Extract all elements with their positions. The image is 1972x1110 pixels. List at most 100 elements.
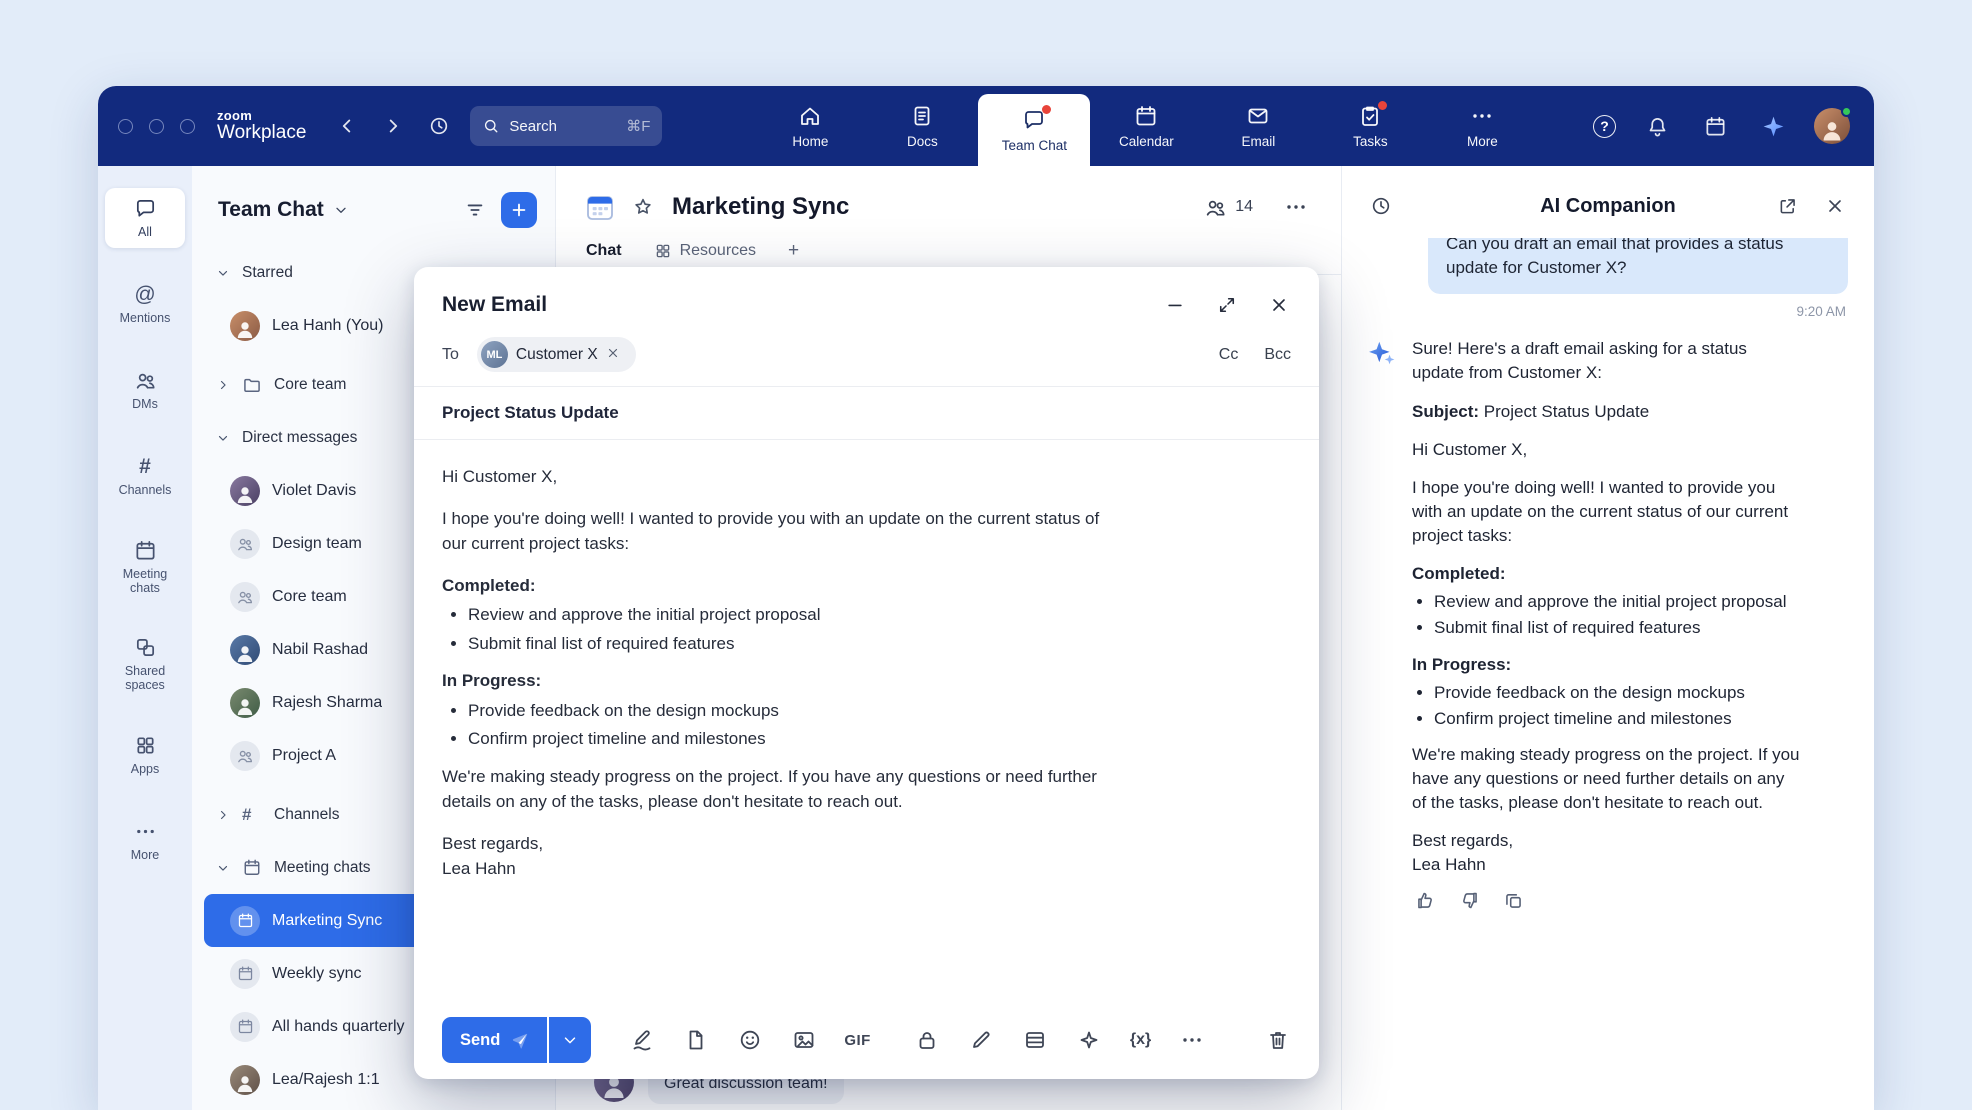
- star-button[interactable]: [628, 192, 658, 222]
- toolbar-more-button[interactable]: [1178, 1027, 1205, 1054]
- edit-button[interactable]: [968, 1027, 995, 1054]
- meeting-avatar: [230, 1012, 260, 1042]
- presence-indicator: [1841, 106, 1852, 117]
- resources-icon: [654, 242, 672, 260]
- back-button[interactable]: [330, 109, 364, 143]
- docs-icon: [910, 104, 934, 128]
- calendar-icon: [237, 912, 254, 929]
- remove-recipient-button[interactable]: [606, 346, 624, 364]
- variables-button[interactable]: {x}: [1130, 1027, 1151, 1054]
- image-icon: [792, 1028, 816, 1052]
- minimize-button[interactable]: [1163, 293, 1187, 317]
- meeting-calendar-icon: [584, 191, 616, 223]
- insert-image-button[interactable]: [790, 1027, 817, 1054]
- zoom-workplace-window: zoom Workplace Search ⌘F Home Docs Tea: [98, 86, 1874, 1110]
- gif-button[interactable]: GIF: [844, 1027, 871, 1054]
- nav-email[interactable]: Email: [1202, 86, 1314, 166]
- topbar-right: ?: [1593, 108, 1850, 144]
- send-button[interactable]: Send: [442, 1017, 547, 1063]
- at-icon: @: [134, 283, 155, 306]
- nav-team-chat[interactable]: Team Chat: [978, 94, 1090, 166]
- shared-spaces-icon: [134, 636, 157, 659]
- rail-item-more[interactable]: More: [105, 812, 185, 872]
- history-button[interactable]: [422, 109, 456, 143]
- rail-item-apps[interactable]: Apps: [105, 726, 185, 786]
- window-minimize-control[interactable]: [149, 119, 164, 134]
- emoji-icon: [738, 1028, 762, 1052]
- window-close-control[interactable]: [118, 119, 133, 134]
- bcc-button[interactable]: Bcc: [1264, 346, 1291, 364]
- avatar: [230, 635, 260, 665]
- ai-compose-button[interactable]: [1076, 1027, 1103, 1054]
- ai-panel-header: AI Companion: [1342, 174, 1874, 238]
- thumbs-up-button[interactable]: [1412, 888, 1438, 914]
- rail-item-dms[interactable]: DMs: [105, 360, 185, 420]
- logo-workplace-text: Workplace: [217, 123, 306, 143]
- ai-in-progress-list: Provide feedback on the design mockups C…: [1412, 681, 1802, 731]
- signature-button[interactable]: [628, 1027, 655, 1054]
- group-avatar: [230, 529, 260, 559]
- ai-companion-button[interactable]: [1756, 109, 1790, 143]
- search-input[interactable]: Search ⌘F: [470, 106, 662, 146]
- expand-button[interactable]: [1215, 293, 1239, 317]
- user-avatar[interactable]: [1814, 108, 1850, 144]
- chevron-right-icon: [216, 378, 230, 392]
- members-button[interactable]: 14: [1204, 196, 1253, 219]
- chevron-down-icon: [561, 1031, 579, 1049]
- bell-icon: [1646, 115, 1669, 138]
- more-icon: [134, 820, 157, 843]
- open-in-window-button[interactable]: [1772, 191, 1802, 221]
- window-zoom-control[interactable]: [180, 119, 195, 134]
- rail-item-shared-spaces[interactable]: Shared spaces: [105, 629, 185, 700]
- rail-item-meeting-chats[interactable]: Meeting chats: [105, 532, 185, 603]
- ai-history-button[interactable]: [1366, 191, 1396, 221]
- recipient-chip[interactable]: ML Customer X: [477, 337, 636, 372]
- cc-button[interactable]: Cc: [1219, 346, 1239, 364]
- tasks-icon: [1358, 104, 1382, 128]
- email-in-progress-list: Provide feedback on the design mockups C…: [442, 698, 1102, 752]
- new-chat-button[interactable]: [501, 192, 537, 228]
- ai-signature: Lea Hahn: [1412, 853, 1802, 877]
- nav-docs[interactable]: Docs: [866, 86, 978, 166]
- copy-button[interactable]: [1500, 888, 1526, 914]
- rail-item-channels[interactable]: # Channels: [105, 446, 185, 506]
- filter-button[interactable]: [458, 193, 492, 227]
- avatar: [230, 311, 260, 341]
- more-icon: [1180, 1028, 1204, 1052]
- notifications-button[interactable]: [1640, 109, 1674, 143]
- ai-completed-heading: Completed:: [1412, 562, 1802, 586]
- sparkle-icon: [1077, 1028, 1101, 1052]
- subject-field[interactable]: Project Status Update: [414, 387, 1319, 440]
- people-icon: [236, 588, 254, 606]
- encrypt-button[interactable]: [914, 1027, 941, 1054]
- navigation-rail: All @ Mentions DMs # Channels Meeting ch…: [98, 166, 192, 1110]
- chat-more-button[interactable]: [1279, 190, 1313, 224]
- logo-zoom-text: zoom: [217, 109, 306, 123]
- group-avatar: [230, 741, 260, 771]
- close-button[interactable]: [1267, 293, 1291, 317]
- forward-button[interactable]: [376, 109, 410, 143]
- close-panel-button[interactable]: [1820, 191, 1850, 221]
- help-button[interactable]: ?: [1593, 115, 1616, 138]
- thumbs-down-button[interactable]: [1456, 888, 1482, 914]
- send-options-button[interactable]: [549, 1017, 591, 1063]
- chevron-down-icon[interactable]: [333, 202, 349, 218]
- rail-item-all[interactable]: All: [105, 188, 185, 248]
- nav-home[interactable]: Home: [754, 86, 866, 166]
- template-button[interactable]: [1022, 1027, 1049, 1054]
- email-signoff: Best regards,: [442, 831, 1102, 857]
- nav-more[interactable]: More: [1426, 86, 1538, 166]
- emoji-button[interactable]: [736, 1027, 763, 1054]
- discard-button[interactable]: [1264, 1027, 1291, 1054]
- window-controls[interactable]: [118, 119, 195, 134]
- nav-tasks[interactable]: Tasks: [1314, 86, 1426, 166]
- calendar-quick-button[interactable]: [1698, 109, 1732, 143]
- email-body-editor[interactable]: Hi Customer X, I hope you're doing well!…: [414, 440, 1319, 1001]
- home-icon: [798, 104, 822, 128]
- ai-in-progress-heading: In Progress:: [1412, 653, 1802, 677]
- nav-calendar[interactable]: Calendar: [1090, 86, 1202, 166]
- attach-file-button[interactable]: [682, 1027, 709, 1054]
- rail-item-mentions[interactable]: @ Mentions: [105, 274, 185, 334]
- ai-response: Sure! Here's a draft email asking for a …: [1412, 337, 1802, 877]
- calendar-icon: [1704, 115, 1727, 138]
